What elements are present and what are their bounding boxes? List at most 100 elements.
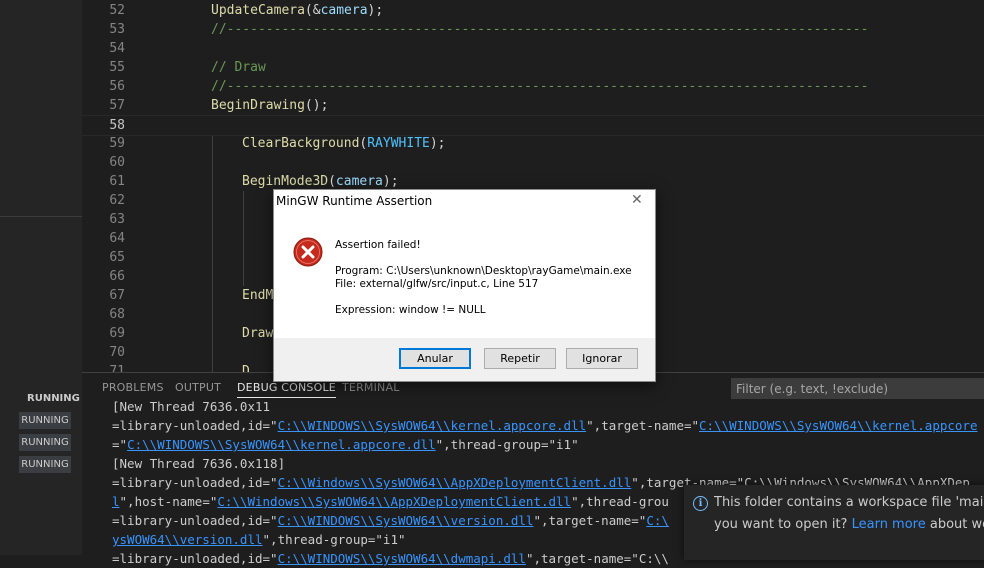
line-number: 59 xyxy=(109,136,125,151)
debug-sidebar: RUNNING RUNNING RUNNING RUNNING xyxy=(0,0,82,555)
console-text: =library-unloaded,id=" xyxy=(112,418,278,433)
console-text: ",host-name=" xyxy=(119,494,218,509)
notification-message: This folder contains a workspace file 'm… xyxy=(714,495,984,510)
code-line[interactable]: 52 UpdateCamera(&camera); xyxy=(82,1,984,20)
notification-message-2: you want to open it? Learn more about wo… xyxy=(714,517,984,532)
code-text: //--------------------------------------… xyxy=(211,77,868,96)
file-link[interactable]: C:\\WINDOWS\\SysWOW64\\kernel.appcore.dl… xyxy=(127,437,436,452)
close-icon[interactable]: ✕ xyxy=(631,192,643,208)
line-number: 66 xyxy=(109,269,125,284)
console-filter xyxy=(731,378,984,400)
code-token: Draw xyxy=(242,326,274,341)
console-line: ysWOW64\\version.dll",thread-group="i1" xyxy=(112,530,406,549)
file-link[interactable]: C:\\WINDOWS\\SysWOW64\\version.dll xyxy=(278,513,534,528)
tab-debug-console[interactable]: DEBUG CONSOLE xyxy=(237,381,336,398)
line-number: 70 xyxy=(109,345,125,360)
file-link[interactable]: C:\\Windows\\SysWOW64\\AppXDeploymentCli… xyxy=(217,494,571,509)
code-text: // Draw xyxy=(211,58,266,77)
code-token: ); xyxy=(429,136,446,151)
console-filter-input[interactable] xyxy=(731,378,981,400)
line-number: 57 xyxy=(109,98,125,113)
line-number: 69 xyxy=(109,326,125,341)
code-line[interactable]: 56 //------------------------------------… xyxy=(82,77,984,96)
tab-output[interactable]: OUTPUT xyxy=(175,381,221,394)
file-link[interactable]: C:\ xyxy=(646,513,669,528)
code-token: D xyxy=(242,364,250,372)
ignore-button[interactable]: Ignorar xyxy=(566,348,638,369)
code-token: camera xyxy=(320,3,368,18)
code-line[interactable]: 57 BeginDrawing(); xyxy=(82,96,984,115)
code-text: D xyxy=(242,362,250,372)
console-text: [New Thread 7636.0x11 xyxy=(112,399,271,414)
info-icon: i xyxy=(693,496,708,511)
code-token: ClearBackground xyxy=(242,136,360,151)
line-number: 61 xyxy=(109,174,125,189)
line-number: 62 xyxy=(109,193,125,208)
line-number: 67 xyxy=(109,288,125,303)
code-line[interactable]: 60 xyxy=(82,153,984,172)
file-link[interactable]: ysWOW64\\version.dll xyxy=(112,532,263,547)
line-number: 58 xyxy=(109,118,125,133)
code-token: BeginMode3D xyxy=(242,174,329,189)
code-token: //--------------------------------------… xyxy=(211,22,869,37)
console-line: =library-unloaded,id="C:\\WINDOWS\\SysWO… xyxy=(112,416,977,435)
thread-running-badge[interactable]: RUNNING xyxy=(19,456,71,473)
code-token: EndM xyxy=(242,288,274,303)
code-text: ClearBackground(RAYWHITE); xyxy=(242,134,446,153)
file-link[interactable]: C:\\Windows\\SysWOW64\\AppXDeploymentCli… xyxy=(278,475,632,490)
console-text: ",target-name="C:\\ xyxy=(525,551,669,566)
assertion-expression: Expression: window != NULL xyxy=(335,304,486,316)
code-line[interactable]: 59 ClearBackground(RAYWHITE); xyxy=(82,134,984,153)
abort-button[interactable]: Anular xyxy=(399,348,471,369)
tab-terminal[interactable]: TERMINAL xyxy=(342,381,400,394)
tab-problems[interactable]: PROBLEMS xyxy=(102,381,164,394)
file-link[interactable]: l xyxy=(112,494,120,509)
console-text: ",target-name=" xyxy=(586,418,700,433)
code-token: //--------------------------------------… xyxy=(211,79,869,94)
console-text: ",thread-group="i1" xyxy=(262,532,406,547)
assertion-program: Program: C:\Users\unknown\Desktop\rayGam… xyxy=(335,265,632,277)
code-line[interactable]: 55 // Draw xyxy=(82,58,984,77)
console-line: ="C:\\WINDOWS\\SysWOW64\\kernel.appcore.… xyxy=(112,435,579,454)
learn-more-link[interactable]: Learn more xyxy=(852,517,926,532)
assertion-dialog: MinGW Runtime Assertion ✕ Assertion fail… xyxy=(273,189,656,382)
code-line[interactable]: 53 //------------------------------------… xyxy=(82,20,984,39)
line-number: 65 xyxy=(109,250,125,265)
thread-running-badge[interactable]: RUNNING xyxy=(19,434,71,451)
file-link[interactable]: C:\\WINDOWS\\SysWOW64\\kernel.appcore xyxy=(699,418,977,433)
notification-text: you want to open it? xyxy=(714,517,852,532)
line-number: 54 xyxy=(109,41,125,56)
console-text: =library-unloaded,id=" xyxy=(112,551,278,566)
file-link[interactable]: C:\\WINDOWS\\SysWOW64\\dwmapi.dll xyxy=(278,551,526,566)
code-token: camera xyxy=(335,174,383,189)
code-token: UpdateCamera xyxy=(211,3,305,18)
console-text: =library-unloaded,id=" xyxy=(112,475,278,490)
console-text: ",thread-grou xyxy=(571,494,669,509)
code-token: BeginDrawing xyxy=(211,98,305,113)
code-token: (& xyxy=(304,3,321,18)
code-line[interactable]: 58 xyxy=(82,115,984,136)
code-token: ); xyxy=(367,3,384,18)
line-number: 64 xyxy=(109,231,125,246)
sidebar-divider xyxy=(0,216,82,217)
dialog-button-bar: Anular Repetir Ignorar xyxy=(274,338,655,381)
console-line: [New Thread 7636.0x118] xyxy=(112,454,285,473)
console-text: [New Thread 7636.0x118] xyxy=(112,456,286,471)
console-text: =" xyxy=(112,437,128,452)
line-number: 68 xyxy=(109,307,125,322)
dialog-title: MinGW Runtime Assertion xyxy=(276,194,433,208)
code-token: RAYWHITE xyxy=(367,136,430,151)
line-number: 56 xyxy=(109,79,125,94)
code-token: ); xyxy=(382,174,399,189)
code-line[interactable]: 54 xyxy=(82,39,984,58)
retry-button[interactable]: Repetir xyxy=(484,348,556,369)
file-link[interactable]: C:\\WINDOWS\\SysWOW64\\kernel.appcore.dl… xyxy=(278,418,587,433)
line-number: 53 xyxy=(109,22,125,37)
console-text: ",target-name=" xyxy=(533,513,647,528)
line-number: 55 xyxy=(109,60,125,75)
code-text: BeginDrawing(); xyxy=(211,96,328,115)
thread-running-badge[interactable]: RUNNING xyxy=(19,412,71,429)
assertion-heading: Assertion failed! xyxy=(335,239,421,251)
assertion-file: File: external/glfw/src/input.c, Line 51… xyxy=(335,278,539,290)
workspace-notification: i This folder contains a workspace file … xyxy=(684,485,984,560)
